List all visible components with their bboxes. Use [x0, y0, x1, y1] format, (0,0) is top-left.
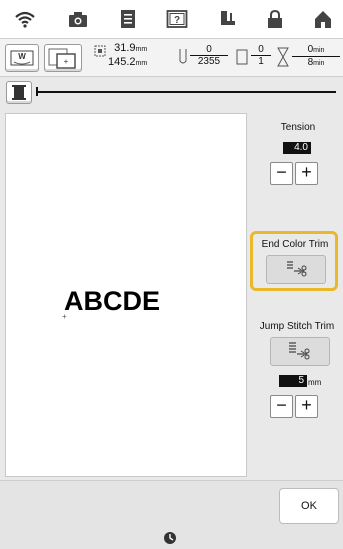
- design-text: ABCDE: [64, 286, 161, 316]
- lock-icon[interactable]: [264, 9, 286, 29]
- thread-spool-icon: W: [10, 50, 34, 66]
- help-icon[interactable]: ?: [166, 9, 188, 29]
- thread-color-button[interactable]: [6, 81, 32, 104]
- thread-button[interactable]: W: [5, 44, 39, 72]
- jump-scissors-icon: [289, 342, 310, 360]
- end-color-trim-label: End Color Trim: [261, 239, 329, 250]
- embroidery-preview: ABCDE +: [5, 113, 247, 477]
- width-unit: mm: [135, 46, 148, 53]
- clock-icon[interactable]: [163, 531, 177, 545]
- design-size: 31.9mm 145.2mm: [108, 42, 147, 70]
- svg-text:?: ?: [174, 15, 180, 26]
- color-total: 1: [258, 56, 264, 67]
- jump-stitch-trim-label: Jump Stitch Trim: [259, 321, 335, 332]
- progress-track: [36, 91, 336, 93]
- thread-scissors-icon: [287, 261, 307, 277]
- color-order-icon: [236, 49, 248, 65]
- wifi-icon[interactable]: [14, 9, 36, 29]
- stitch-total: 2355: [197, 56, 221, 67]
- height-unit: mm: [135, 60, 148, 67]
- color-counter: 0 1: [251, 44, 271, 67]
- embroidery-frame-button[interactable]: +: [44, 44, 82, 72]
- color-count: 0: [251, 44, 271, 56]
- tension-value: 4.0: [283, 142, 311, 154]
- tension-label: Tension: [280, 122, 316, 133]
- ok-button[interactable]: OK: [279, 488, 339, 524]
- height-value: 145.2: [108, 56, 136, 68]
- presser-foot-icon[interactable]: [216, 9, 238, 29]
- time-counter: 0min 8min: [292, 44, 340, 69]
- top-toolbar: ?: [0, 0, 343, 39]
- jump-length: 5 mm: [279, 375, 321, 387]
- hourglass-icon: [277, 47, 289, 67]
- needle-icon: [179, 49, 187, 64]
- frame-icon: +: [48, 48, 76, 69]
- progress-start-marker: [36, 87, 38, 96]
- time-total-unit: min: [313, 60, 325, 67]
- camera-icon[interactable]: [67, 9, 89, 29]
- house-icon[interactable]: [312, 9, 334, 29]
- time-unit: min: [313, 47, 325, 54]
- document-icon[interactable]: [117, 9, 139, 29]
- tension-increase-button[interactable]: +: [295, 162, 318, 185]
- svg-text:+: +: [64, 57, 69, 66]
- svg-text:W: W: [18, 52, 26, 61]
- stitch-count: 0: [190, 44, 228, 56]
- jump-value: 5: [279, 375, 307, 387]
- width-value: 31.9: [114, 42, 136, 54]
- center-cross-icon: +: [62, 312, 67, 321]
- jump-increase-button[interactable]: +: [295, 395, 318, 418]
- end-color-trim-button[interactable]: [266, 255, 326, 284]
- info-bar: W + 31.9mm 145.2mm 0 2355 0 1 0min 8min: [0, 39, 343, 77]
- stitch-counter: 0 2355: [190, 44, 228, 67]
- spool-icon: [12, 85, 26, 100]
- tension-decrease-button[interactable]: −: [270, 162, 293, 185]
- jump-decrease-button[interactable]: −: [270, 395, 293, 418]
- size-icon: [94, 45, 106, 57]
- footer-bar: [0, 527, 343, 549]
- jump-unit: mm: [308, 378, 322, 387]
- jump-stitch-trim-button[interactable]: [270, 337, 330, 366]
